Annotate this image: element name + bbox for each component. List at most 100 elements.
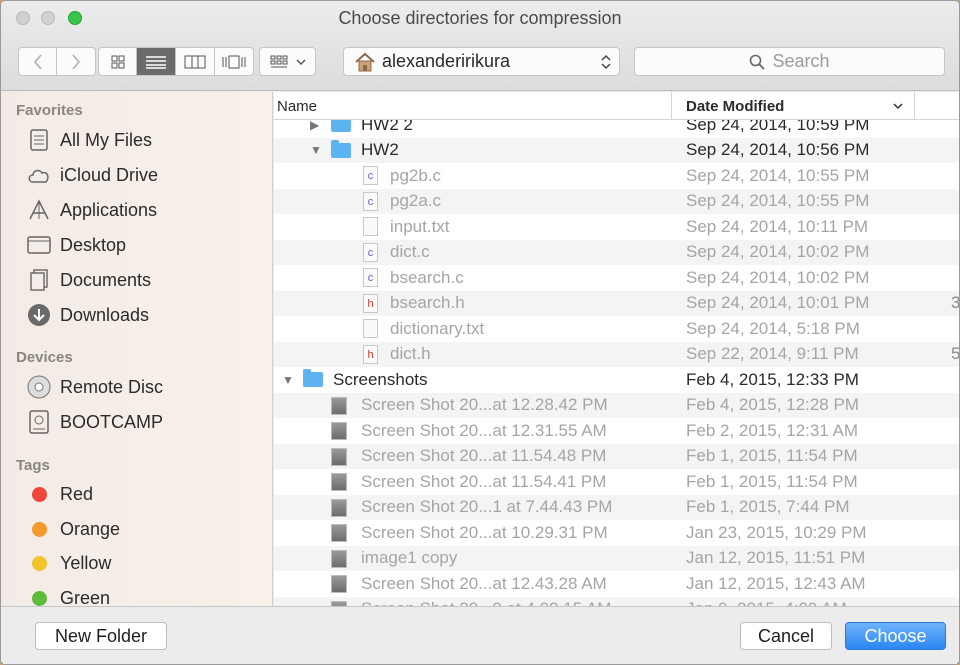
search-placeholder: Search xyxy=(772,51,830,71)
sidebar-item-tag-red[interactable]: Red xyxy=(27,480,93,508)
file-row[interactable]: Screen Shot 20...at 11.54.48 PM Feb 1, 20… xyxy=(274,443,959,469)
file-name: pg2b.c xyxy=(390,165,442,185)
disclosure-expanded-icon[interactable]: ▼ xyxy=(310,143,322,157)
file-date: Sep 24, 2014, 10:11 PM xyxy=(686,216,869,236)
file-date: Jan 12, 2015, 12:43 AM xyxy=(686,573,866,593)
back-button[interactable] xyxy=(18,47,57,76)
view-mode-control xyxy=(98,47,254,76)
sidebar-item-bootcamp[interactable]: BOOTCAMP xyxy=(27,408,163,436)
coverflow-view-button[interactable] xyxy=(215,47,254,76)
documents-icon xyxy=(27,268,51,292)
search-field[interactable]: Search xyxy=(634,47,945,76)
file-name: Screen Shot 20...9 at 4.09.15 AM xyxy=(361,599,611,606)
sidebar-item-label: Desktop xyxy=(60,234,127,255)
file-row[interactable]: c bsearch.c Sep 24, 2014, 10:02 PM xyxy=(274,265,959,291)
image-file-icon xyxy=(331,498,347,517)
choose-button[interactable]: Choose xyxy=(845,622,946,650)
sidebar-item-label: Downloads xyxy=(60,304,150,325)
file-row[interactable]: c dict.c Sep 24, 2014, 10:02 PM xyxy=(274,239,959,265)
drive-icon xyxy=(27,410,51,434)
text-file-icon xyxy=(363,319,378,338)
file-row[interactable]: Screen Shot 20...at 12.43.28 AM Jan 12, 2… xyxy=(274,571,959,597)
file-date: Sep 24, 2014, 5:18 PM xyxy=(686,318,860,338)
name-column-header[interactable]: Name xyxy=(277,98,317,115)
icon-view-button[interactable] xyxy=(98,47,137,76)
sidebar-item-icloud-drive[interactable]: iCloud Drive xyxy=(27,161,158,189)
file-row[interactable]: c pg2b.c Sep 24, 2014, 10:55 PM xyxy=(274,163,959,189)
file-name: Screen Shot 20...at 12.28.42 PM xyxy=(361,395,608,415)
sidebar-item-all-my-files[interactable]: All My Files xyxy=(27,126,152,154)
folder-row[interactable]: ▼ Screenshots Feb 4, 2015, 12:33 PM xyxy=(274,367,959,393)
file-name: pg2a.c xyxy=(390,191,442,211)
yellow-tag-icon xyxy=(32,555,47,571)
file-chooser-window: Choose directories for compression alexa… xyxy=(0,0,960,665)
folder-row[interactable]: ▼ HW2 Sep 24, 2014, 10:56 PM xyxy=(274,137,959,163)
file-date: Feb 1, 2015, 11:54 PM xyxy=(686,471,858,491)
chevron-down-icon xyxy=(295,58,306,65)
file-date: Feb 1, 2015, 7:44 PM xyxy=(686,497,850,517)
file-row[interactable]: Screen Shot 20...1 at 7.44.43 PM Feb 1, 2… xyxy=(274,494,959,520)
sidebar-item-desktop[interactable]: Desktop xyxy=(27,231,126,259)
file-date: Sep 24, 2014, 10:55 PM xyxy=(686,191,870,211)
file-row[interactable]: Screen Shot 20...at 11.54.41 PM Feb 1, 20… xyxy=(274,469,959,495)
file-name: Screen Shot 20...at 11.54.41 PM xyxy=(361,471,607,491)
sidebar-item-tag-yellow[interactable]: Yellow xyxy=(27,549,111,577)
sidebar-item-remote-disc[interactable]: Remote Disc xyxy=(27,373,163,401)
arrange-button[interactable] xyxy=(259,47,316,76)
nav-buttons xyxy=(18,47,96,76)
list-header: Name Date Modified xyxy=(274,92,959,120)
chevron-left-icon xyxy=(33,53,42,70)
file-row[interactable]: h dict.h Sep 22, 2014, 9:11 PM 5 xyxy=(274,341,959,367)
columns-icon xyxy=(184,55,206,68)
file-date: Jan 9, 2015, 4:09 AM xyxy=(686,599,847,606)
file-date: Jan 23, 2015, 10:29 PM xyxy=(686,522,867,542)
sidebar-item-downloads[interactable]: Downloads xyxy=(27,301,149,329)
file-row[interactable]: image1 copy Jan 12, 2015, 11:51 PM xyxy=(274,545,959,571)
file-row[interactable]: h bsearch.h Sep 24, 2014, 10:01 PM 3 xyxy=(274,290,959,316)
column-divider[interactable] xyxy=(914,92,915,120)
titlebar: Choose directories for compression alexa… xyxy=(1,1,959,91)
forward-button[interactable] xyxy=(57,47,96,76)
grid-icon xyxy=(111,55,124,68)
sidebar-item-label: Applications xyxy=(60,199,158,220)
file-row[interactable]: input.txt Sep 24, 2014, 10:11 PM xyxy=(274,214,959,240)
header-file-icon: h xyxy=(363,293,378,313)
file-row[interactable]: c pg2a.c Sep 24, 2014, 10:55 PM xyxy=(274,188,959,214)
date-column-header[interactable]: Date Modified xyxy=(686,98,784,115)
favorites-header: Favorites xyxy=(16,102,83,119)
list-view-button[interactable] xyxy=(137,47,176,76)
file-name: image1 copy xyxy=(361,548,458,568)
file-row[interactable]: Screen Shot 20...at 10.29.31 PM Jan 23, 2… xyxy=(274,520,959,546)
file-row[interactable]: Screen Shot 20...at 12.31.55 AM Feb 2, 20… xyxy=(274,418,959,444)
sidebar-item-label: Remote Disc xyxy=(60,376,164,397)
column-divider[interactable] xyxy=(671,92,672,120)
file-name: input.txt xyxy=(390,216,450,236)
new-folder-button[interactable]: New Folder xyxy=(35,622,167,650)
file-date: Sep 24, 2014, 10:01 PM xyxy=(686,293,870,313)
file-date: Sep 22, 2014, 9:11 PM xyxy=(686,344,859,364)
image-file-icon xyxy=(331,549,347,568)
image-file-icon xyxy=(331,575,347,593)
image-file-icon xyxy=(331,524,347,542)
file-name: Screen Shot 20...at 11.54.48 PM xyxy=(361,446,607,466)
column-view-button[interactable] xyxy=(176,47,215,76)
all-files-icon xyxy=(27,128,51,152)
applications-icon xyxy=(27,198,51,222)
c-source-file-icon: c xyxy=(363,191,378,211)
location-popup[interactable]: alexanderirikura xyxy=(343,47,620,76)
file-name: bsearch.c xyxy=(390,267,464,287)
file-date: Sep 24, 2014, 10:02 PM xyxy=(686,242,870,262)
sidebar-item-documents[interactable]: Documents xyxy=(27,266,151,294)
disclosure-expanded-icon[interactable]: ▼ xyxy=(282,373,294,387)
sidebar-item-label: Yellow xyxy=(60,552,112,573)
file-row[interactable]: dictionary.txt Sep 24, 2014, 5:18 PM xyxy=(274,316,959,342)
image-file-icon xyxy=(331,447,347,466)
cancel-button[interactable]: Cancel xyxy=(740,622,832,650)
file-row[interactable]: Screen Shot 20...at 12.28.42 PM Feb 4, 20… xyxy=(274,392,959,418)
file-rows: ▶ HW2 2 Sep 24, 2014, 10:59 PM ▼ HW2 Sep 24, … xyxy=(274,112,959,606)
cloud-icon xyxy=(27,163,51,187)
sidebar-item-applications[interactable]: Applications xyxy=(27,196,157,224)
file-row[interactable]: Screen Shot 20...9 at 4.09.15 AM Jan 9, 2… xyxy=(274,596,959,606)
sidebar-item-label: Red xyxy=(60,483,94,504)
sidebar-item-tag-orange[interactable]: Orange xyxy=(27,515,120,543)
